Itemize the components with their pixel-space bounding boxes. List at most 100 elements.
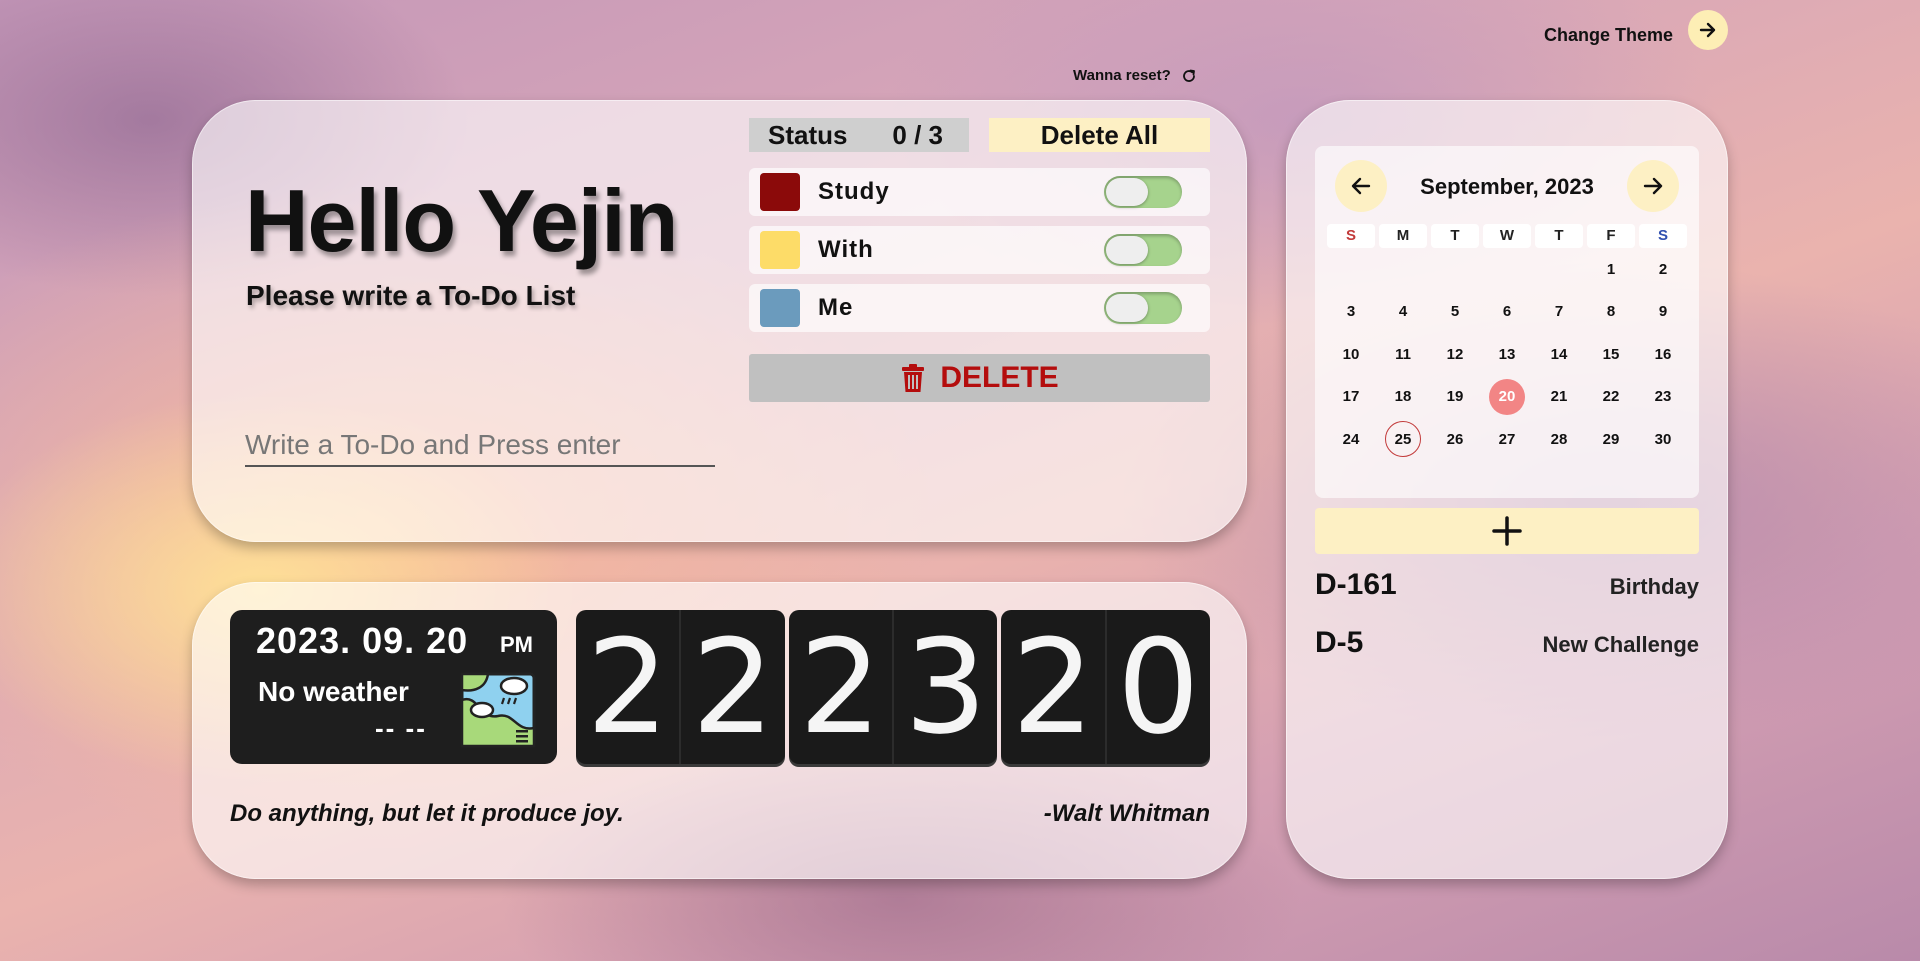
dday-name: New Challenge: [1542, 632, 1699, 657]
calendar-day-number: 21: [1550, 388, 1568, 406]
calendar-day[interactable]: 30: [1637, 418, 1689, 461]
calendar-day-number: 4: [1398, 303, 1408, 321]
calendar-day[interactable]: 23: [1637, 376, 1689, 419]
calendar-day[interactable]: 4: [1377, 291, 1429, 334]
calendar-day[interactable]: 28: [1533, 418, 1585, 461]
clock-seconds: 2 0: [1001, 610, 1211, 764]
status-box: Status 0 / 3: [749, 118, 969, 152]
calendar-day[interactable]: 27: [1481, 418, 1533, 461]
add-dday-button[interactable]: [1315, 508, 1699, 554]
reset-label: Wanna reset?: [1073, 67, 1171, 84]
change-theme-label[interactable]: Change Theme: [1544, 20, 1673, 50]
calendar-day-number: 7: [1554, 303, 1564, 321]
clock-digit: 2: [789, 610, 895, 764]
dday-count: D-161: [1315, 568, 1397, 601]
calendar-day[interactable]: 24: [1325, 418, 1377, 461]
dday-item[interactable]: D-5 New Challenge: [1315, 626, 1699, 660]
calendar-day[interactable]: 6: [1481, 291, 1533, 334]
calendar-day[interactable]: 16: [1637, 333, 1689, 376]
task-label: With: [818, 236, 874, 263]
calendar-day-number: 30: [1654, 430, 1672, 448]
calendar-day[interactable]: 29: [1585, 418, 1637, 461]
calendar-day[interactable]: 22: [1585, 376, 1637, 419]
calendar-day-number: 2: [1658, 260, 1668, 278]
flip-clock: 2 2 2 3 2 0: [576, 610, 1211, 764]
arrow-right-icon: [1643, 177, 1663, 195]
calendar-day-number: 12: [1446, 345, 1464, 363]
calendar-day[interactable]: 11: [1377, 333, 1429, 376]
weekday-header: S: [1327, 224, 1375, 248]
calendar-day-number: 15: [1602, 345, 1620, 363]
todo-input[interactable]: [245, 425, 715, 467]
task-toggle[interactable]: [1104, 292, 1182, 324]
calendar-day-number: 14: [1550, 345, 1568, 363]
task-color-swatch: [760, 173, 800, 211]
reset-button[interactable]: Wanna reset?: [1073, 67, 1197, 84]
weekday-header: W: [1483, 224, 1531, 248]
greeting-title: Hello Yejin: [245, 171, 678, 270]
clock-digit: 3: [904, 611, 988, 763]
status-count: 0 / 3: [892, 119, 943, 150]
delete-button[interactable]: DELETE: [749, 354, 1210, 402]
arrow-right-icon: [1699, 22, 1716, 38]
trash-icon: [902, 364, 925, 392]
weekday-header: F: [1587, 224, 1635, 248]
weekday-header: M: [1379, 224, 1427, 248]
calendar-day[interactable]: 10: [1325, 333, 1377, 376]
calendar-day-number: 5: [1450, 303, 1460, 321]
calendar-day[interactable]: 19: [1429, 376, 1481, 419]
task-item[interactable]: Me: [749, 284, 1210, 332]
change-theme-button[interactable]: [1688, 10, 1728, 50]
clock-digit: 2: [1001, 610, 1107, 764]
calendar-day[interactable]: 1: [1585, 248, 1637, 291]
calendar-day-number: 16: [1654, 345, 1672, 363]
calendar-day-number: 6: [1502, 303, 1512, 321]
calendar-day[interactable]: 3: [1325, 291, 1377, 334]
task-toggle[interactable]: [1104, 234, 1182, 266]
clock-minutes: 2 3: [788, 610, 998, 764]
calendar-day[interactable]: 25: [1377, 418, 1429, 461]
dday-name: Birthday: [1609, 574, 1699, 599]
calendar-day-number: 9: [1658, 303, 1668, 321]
calendar-day-number: 22: [1602, 388, 1620, 406]
calendar-day[interactable]: 12: [1429, 333, 1481, 376]
date-weather-box: 2023. 09. 20 PM No weather -- --: [230, 610, 557, 764]
task-item[interactable]: Study: [749, 168, 1210, 216]
calendar-day-number: 23: [1654, 388, 1672, 406]
calendar-day[interactable]: 15: [1585, 333, 1637, 376]
toggle-knob: [1106, 178, 1148, 206]
task-item[interactable]: With: [749, 226, 1210, 274]
plus-icon: [1492, 516, 1522, 546]
calendar-day-number: 10: [1342, 345, 1360, 363]
calendar-day[interactable]: 17: [1325, 376, 1377, 419]
toggle-knob: [1106, 236, 1148, 264]
calendar-day[interactable]: 5: [1429, 291, 1481, 334]
next-month-button[interactable]: [1627, 160, 1679, 212]
calendar-day[interactable]: 21: [1533, 376, 1585, 419]
status-label: Status: [768, 119, 848, 150]
delete-label: DELETE: [940, 361, 1059, 394]
calendar-day[interactable]: 26: [1429, 418, 1481, 461]
calendar-day-number: 3: [1346, 303, 1356, 321]
task-toggle[interactable]: [1104, 176, 1182, 208]
delete-all-button[interactable]: Delete All: [989, 118, 1210, 152]
calendar-day[interactable]: 14: [1533, 333, 1585, 376]
calendar-day[interactable]: 8: [1585, 291, 1637, 334]
calendar-day[interactable]: 2: [1637, 248, 1689, 291]
calendar-day[interactable]: 13: [1481, 333, 1533, 376]
temperature-text: -- --: [375, 713, 427, 743]
calendar-day-number: 29: [1602, 430, 1620, 448]
calendar-blank: [1481, 248, 1533, 291]
calendar-blank: [1429, 248, 1481, 291]
task-label: Study: [818, 178, 890, 205]
calendar-day[interactable]: 18: [1377, 376, 1429, 419]
calendar-day-today[interactable]: 20: [1481, 376, 1533, 419]
dday-item[interactable]: D-161 Birthday: [1315, 568, 1699, 602]
calendar-blank: [1377, 248, 1429, 291]
calendar-grid: S M T W T F S 1 2 3 4 5 6 7 8 9 10 11 12 13 14 15 16 17 18 19 20 21…: [1325, 224, 1689, 461]
calendar-day-number: 1: [1606, 260, 1616, 278]
calendar-day[interactable]: 7: [1533, 291, 1585, 334]
calendar-day-number: 13: [1498, 345, 1516, 363]
task-label: Me: [818, 294, 854, 321]
calendar-day[interactable]: 9: [1637, 291, 1689, 334]
